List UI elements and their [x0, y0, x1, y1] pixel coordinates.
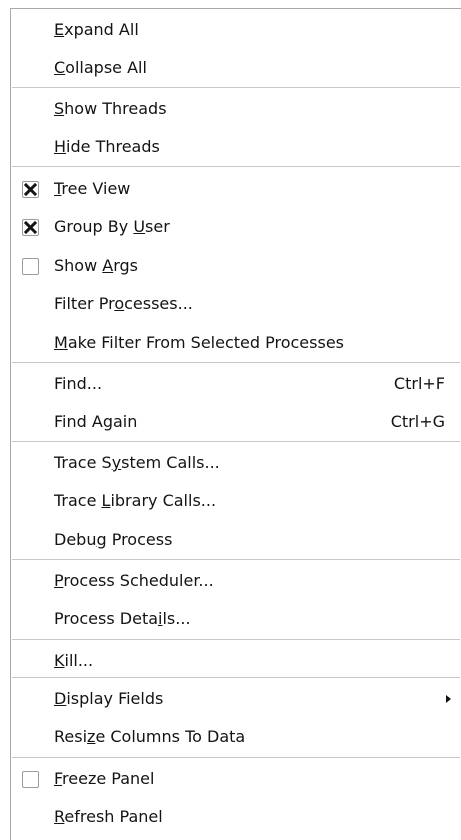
- show-args-checkbox[interactable]: [22, 258, 39, 275]
- find-label: Find...: [54, 374, 103, 393]
- menu-item-display-fields[interactable]: Display Fields: [11, 680, 461, 718]
- refresh-panel-label: Refresh Panel: [54, 807, 163, 826]
- menu-item-refresh-panel[interactable]: Refresh Panel: [11, 798, 461, 836]
- context-menu: Expand All Collapse All Show Threads Hide T…: [10, 8, 461, 840]
- hide-threads-label: Hide Threads: [54, 137, 160, 156]
- collapse-all-label: Collapse All: [54, 58, 147, 77]
- x-check-icon: [24, 183, 37, 196]
- menu-separator: [12, 757, 460, 758]
- tree-view-checkbox[interactable]: [22, 181, 39, 198]
- menu-item-tree-view[interactable]: Tree View: [11, 170, 461, 208]
- show-threads-label: Show Threads: [54, 99, 167, 118]
- chevron-right-icon: [446, 695, 451, 703]
- menu-item-collapse-all[interactable]: Collapse All: [11, 49, 461, 87]
- menu-separator: [12, 441, 460, 442]
- menu-separator: [12, 166, 460, 167]
- menu-separator: [12, 677, 460, 678]
- menu-item-trace-system-calls[interactable]: Trace System Calls...: [11, 444, 461, 482]
- make-filter-label: Make Filter From Selected Processes: [54, 333, 344, 352]
- freeze-panel-checkbox[interactable]: [22, 771, 39, 788]
- menu-item-find-again[interactable]: Find Again Ctrl+G: [11, 403, 461, 441]
- filter-processes-label: Filter Processes...: [54, 294, 193, 313]
- menu-item-hide-threads[interactable]: Hide Threads: [11, 128, 461, 166]
- x-check-icon: [24, 221, 37, 234]
- menu-separator: [12, 362, 460, 363]
- resize-columns-label: Resize Columns To Data: [54, 727, 246, 746]
- display-fields-label: Display Fields: [54, 689, 164, 708]
- menu-item-show-threads[interactable]: Show Threads: [11, 90, 461, 128]
- group-by-user-label: Group By User: [54, 217, 170, 236]
- menu-item-process-details[interactable]: Process Details...: [11, 600, 461, 638]
- kill-label: Kill...: [54, 651, 94, 670]
- menu-item-filter-processes[interactable]: Filter Processes...: [11, 285, 461, 323]
- menu-separator: [12, 639, 460, 640]
- menu-item-make-filter[interactable]: Make Filter From Selected Processes: [11, 324, 461, 362]
- trace-library-calls-label: Trace Library Calls...: [54, 491, 217, 510]
- process-scheduler-label: Process Scheduler...: [54, 571, 214, 590]
- menu-item-debug-process[interactable]: Debug Process: [11, 521, 461, 559]
- menu-item-trace-library-calls[interactable]: Trace Library Calls...: [11, 482, 461, 520]
- trace-system-calls-label: Trace System Calls...: [54, 453, 220, 472]
- group-by-user-checkbox[interactable]: [22, 219, 39, 236]
- freeze-panel-label: Freeze Panel: [54, 769, 155, 788]
- find-shortcut: Ctrl+F: [393, 374, 445, 393]
- menu-item-resize-columns[interactable]: Resize Columns To Data: [11, 718, 461, 756]
- menu-separator: [12, 559, 460, 560]
- find-again-shortcut: Ctrl+G: [390, 412, 445, 431]
- show-args-label: Show Args: [54, 256, 139, 275]
- find-again-label: Find Again: [54, 412, 138, 431]
- menu-item-show-args[interactable]: Show Args: [11, 247, 461, 285]
- process-details-label: Process Details...: [54, 609, 191, 628]
- tree-view-label: Tree View: [54, 179, 131, 198]
- menu-item-kill[interactable]: Kill...: [11, 642, 461, 680]
- debug-process-label: Debug Process: [54, 530, 173, 549]
- menu-item-process-scheduler[interactable]: Process Scheduler...: [11, 562, 461, 600]
- menu-separator: [12, 87, 460, 88]
- menu-item-freeze-panel[interactable]: Freeze Panel: [11, 760, 461, 798]
- menu-item-find[interactable]: Find... Ctrl+F: [11, 365, 461, 403]
- menu-item-group-by-user[interactable]: Group By User: [11, 208, 461, 246]
- menu-item-expand-all[interactable]: Expand All: [11, 11, 461, 49]
- expand-all-label: Expand All: [54, 20, 139, 39]
